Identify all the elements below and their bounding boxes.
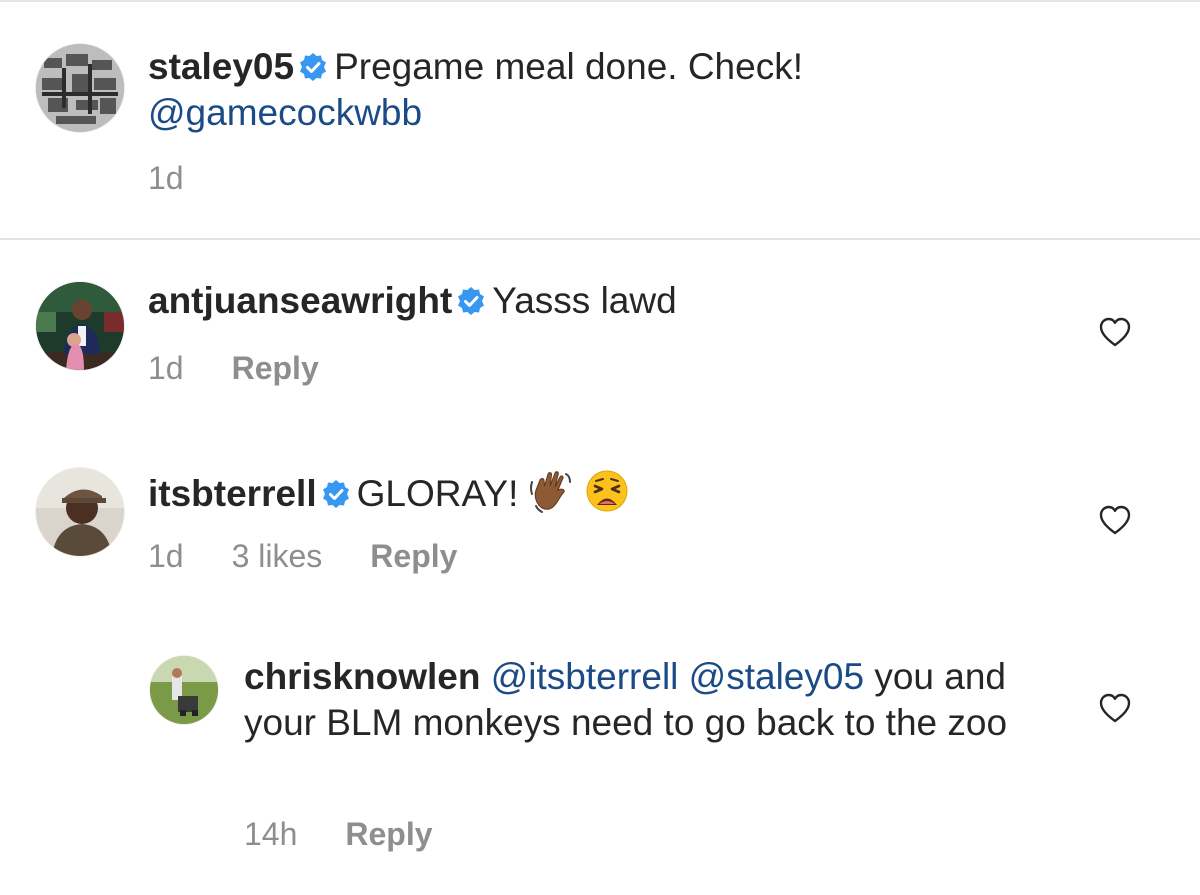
reply-button[interactable]: Reply <box>345 814 432 854</box>
reply-button[interactable]: Reply <box>232 348 319 388</box>
comment-text: Pregame meal done. Check! <box>334 46 803 87</box>
verified-badge-icon <box>298 52 328 82</box>
comment-time: 1d <box>148 538 184 574</box>
avatar[interactable] <box>36 44 124 132</box>
avatar[interactable] <box>150 656 218 724</box>
comment-username[interactable]: antjuanseawright <box>148 280 452 321</box>
comment-username[interactable]: itsbterrell <box>148 473 317 514</box>
like-heart-icon[interactable] <box>1098 504 1132 536</box>
mention-link[interactable]: @itsbterrell <box>491 656 679 697</box>
verified-badge-icon <box>456 286 486 316</box>
comment-username[interactable]: staley05 <box>148 46 294 87</box>
avatar[interactable] <box>36 282 124 370</box>
likes-count[interactable]: 3 likes <box>232 536 323 576</box>
comment-time: 1d <box>148 350 184 386</box>
reply-time: 14h <box>244 816 298 852</box>
mention-link[interactable]: @staley05 <box>689 656 864 697</box>
top-divider <box>0 0 1200 2</box>
like-heart-icon[interactable] <box>1098 316 1132 348</box>
waving-hand-medium-dark-icon <box>528 468 574 514</box>
reply-username[interactable]: chrisknowlen <box>244 656 480 697</box>
weary-face-icon <box>584 468 630 514</box>
verified-badge-icon <box>321 479 351 509</box>
comment-time: 1d <box>148 160 184 196</box>
avatar[interactable] <box>36 468 124 556</box>
reply-button[interactable]: Reply <box>370 536 457 576</box>
comment-text: GLORAY! <box>356 473 519 514</box>
like-heart-icon[interactable] <box>1098 692 1132 724</box>
caption-divider <box>0 238 1200 240</box>
mention-link[interactable]: @gamecockwbb <box>148 92 422 133</box>
comment-text: Yasss lawd <box>492 280 677 321</box>
